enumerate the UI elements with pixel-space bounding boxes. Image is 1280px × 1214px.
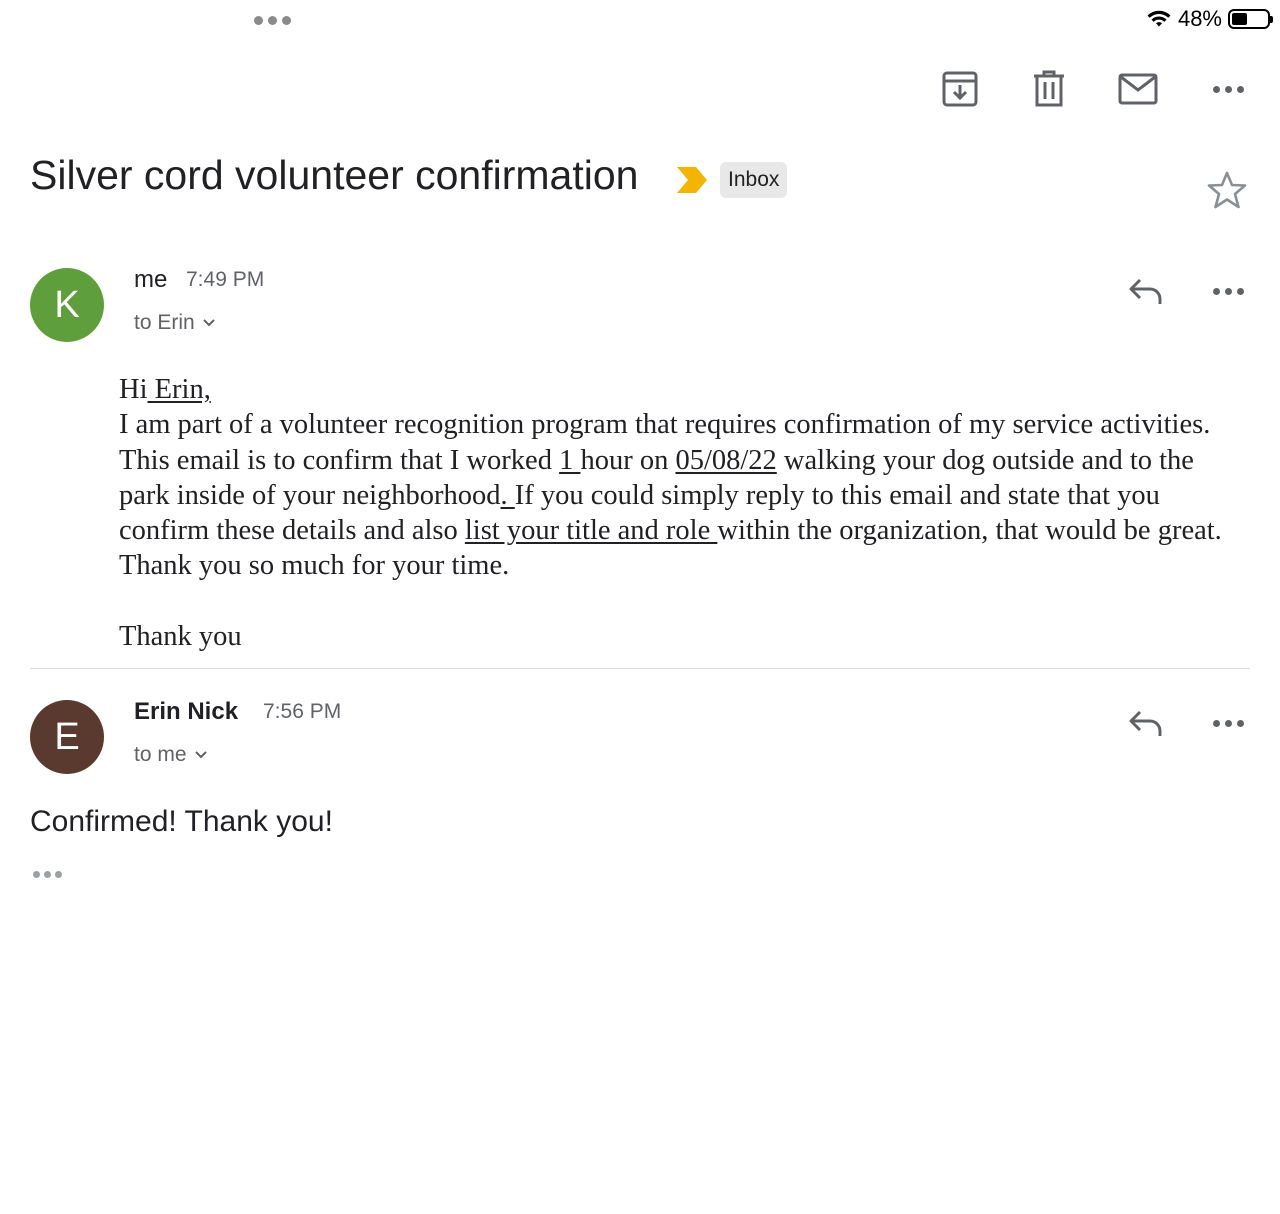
- message-time: 7:49 PM: [186, 268, 265, 291]
- more-options-button[interactable]: [1205, 66, 1251, 112]
- email-subject: Silver cord volunteer confirmation: [30, 152, 639, 198]
- more-horiz-icon: [1212, 287, 1220, 295]
- sender-name: me: [134, 266, 168, 293]
- message-more-button[interactable]: [1205, 700, 1251, 746]
- avatar[interactable]: K: [30, 268, 104, 342]
- closing: Thank you: [119, 620, 242, 652]
- reply-button[interactable]: [1123, 700, 1169, 746]
- multitasking-dots[interactable]: [254, 16, 291, 25]
- message-body: Confirmed! Thank you!: [30, 805, 333, 838]
- mail-icon: [1118, 73, 1158, 105]
- wifi-icon: [1147, 10, 1171, 27]
- status-bar: 48%: [1146, 6, 1273, 32]
- battery-icon: [1228, 9, 1273, 29]
- star-icon: [1207, 171, 1247, 209]
- sender-name: Erin Nick: [134, 698, 239, 725]
- recipient-text: to me: [134, 743, 187, 766]
- recipient-details-toggle[interactable]: to Erin: [134, 311, 215, 335]
- more-horiz-icon: [33, 871, 40, 878]
- delete-button[interactable]: [1026, 66, 1072, 112]
- mark-unread-button[interactable]: [1115, 66, 1161, 112]
- greeting: Hi Erin,: [119, 374, 211, 405]
- chevron-down-icon: [194, 751, 207, 759]
- show-trimmed-content-button[interactable]: [33, 871, 62, 878]
- message-more-button[interactable]: [1205, 268, 1251, 314]
- message-time: 7:56 PM: [263, 700, 342, 723]
- reply-button[interactable]: [1123, 268, 1169, 314]
- reply-icon: [1129, 278, 1162, 304]
- body-paragraph: I am part of a volunteer recognition pro…: [119, 409, 1222, 582]
- recipient-text: to Erin: [134, 311, 195, 334]
- archive-button[interactable]: [937, 66, 983, 112]
- avatar[interactable]: E: [30, 700, 104, 774]
- reply-icon: [1129, 710, 1162, 736]
- trash-icon: [1034, 70, 1064, 107]
- recipient-details-toggle[interactable]: to me: [134, 743, 207, 767]
- important-marker-icon[interactable]: [676, 166, 708, 199]
- more-horiz-icon: [1212, 85, 1220, 93]
- battery-percentage: 48%: [1177, 6, 1222, 31]
- label-chip-inbox[interactable]: Inbox: [720, 162, 788, 198]
- more-horiz-icon: [1212, 719, 1220, 727]
- message-body: Hi Erin, I am part of a volunteer recogn…: [119, 372, 1249, 654]
- message-divider: [30, 668, 1250, 669]
- archive-icon: [942, 71, 978, 107]
- chevron-down-icon: [202, 319, 215, 327]
- star-button[interactable]: [1207, 170, 1247, 215]
